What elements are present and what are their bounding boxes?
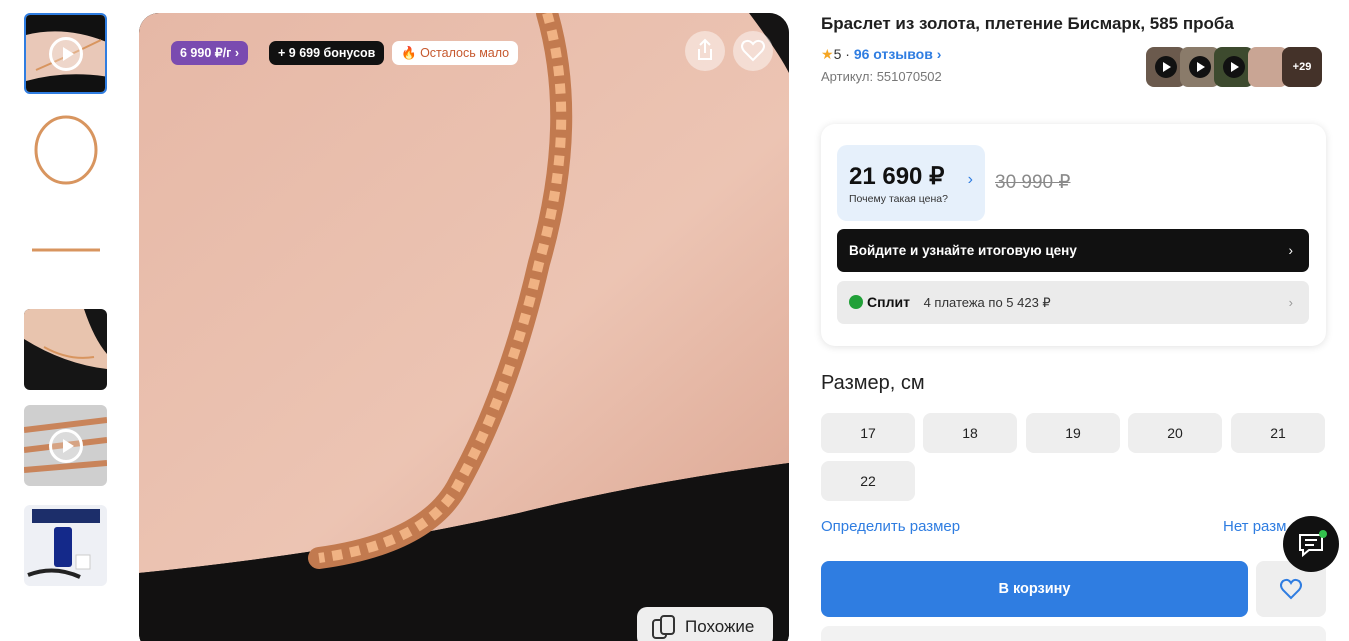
split-text: 4 платежа по 5 423 ₽: [923, 295, 1051, 310]
thumbnail-image: [24, 309, 107, 390]
thumbnail-image: [24, 505, 107, 586]
determine-size-link[interactable]: Определить размер: [821, 518, 960, 535]
chevron-right-icon: ›: [1288, 295, 1293, 310]
low-stock-badge: 🔥 Осталось мало: [392, 41, 519, 65]
bonus-badge: + 9 699 бонусов: [269, 41, 385, 65]
price-per-gram-text: 6 990 ₽/г: [180, 46, 232, 60]
add-to-cart-button[interactable]: В корзину: [821, 561, 1248, 617]
product-photo: [139, 13, 789, 641]
reviews-link[interactable]: 96 отзывов: [854, 46, 933, 62]
favorite-photo-button[interactable]: [733, 31, 773, 71]
size-links: Определить размер Нет разм: [821, 518, 1326, 535]
chevron-right-icon: ›: [967, 171, 973, 188]
low-stock-text: Осталось мало: [420, 46, 510, 60]
size-option[interactable]: 20: [1128, 413, 1222, 453]
price-per-gram-badge[interactable]: 6 990 ₽/г ›: [171, 41, 249, 65]
share-icon: [698, 38, 712, 60]
review-media-more[interactable]: +29: [1282, 47, 1322, 87]
similar-label: Похожие: [685, 617, 755, 636]
size-option[interactable]: 22: [821, 461, 915, 501]
size-option[interactable]: 18: [923, 413, 1017, 453]
play-icon: [48, 36, 83, 71]
size-option[interactable]: 21: [1231, 413, 1325, 453]
split-name: Сплит: [867, 294, 910, 310]
split-button[interactable]: Сплит 4 платежа по 5 423 ₽ ›: [837, 281, 1309, 324]
thumbnail-video-wrist[interactable]: [24, 13, 107, 94]
play-icon: [1189, 56, 1211, 78]
chevron-right-icon: ›: [1288, 243, 1294, 258]
thumbnail-image: [24, 110, 107, 191]
price-box[interactable]: 21 690 ₽ Почему такая цена? ›: [837, 145, 985, 221]
thumbnail-bracelet-loop[interactable]: [24, 110, 107, 191]
star-icon: ★: [821, 46, 834, 62]
product-title: Браслет из золота, плетение Бисмарк, 585…: [821, 14, 1234, 33]
thumbnail-image: [24, 207, 107, 288]
play-icon: [1155, 56, 1177, 78]
share-button[interactable]: [685, 31, 725, 71]
play-icon: [1223, 56, 1245, 78]
thumbnail-cleaning-kit[interactable]: [24, 505, 107, 586]
sku: Артикул: 551070502: [821, 69, 942, 84]
size-title: Размер, см: [821, 372, 925, 394]
price-why-link: Почему такая цена?: [849, 193, 948, 205]
thumbnail-video-closeup[interactable]: [24, 405, 107, 486]
login-price-button[interactable]: Войдите и узнайте итоговую цену ›: [837, 229, 1309, 272]
rating-value: 5: [833, 46, 842, 62]
review-more-count: +29: [1282, 47, 1322, 87]
chat-icon: [1299, 530, 1327, 558]
old-price: 30 990 ₽: [995, 172, 1071, 193]
thumbnail-wrist-dark[interactable]: [24, 309, 107, 390]
play-icon: [48, 428, 83, 463]
fire-icon: 🔥: [401, 46, 417, 60]
thumbnail-bracelet-flat[interactable]: [24, 207, 107, 288]
split-logo-icon: [849, 295, 863, 310]
review-media-list: +29: [1146, 47, 1326, 87]
price-card: 21 690 ₽ Почему такая цена? › 30 990 ₽ В…: [821, 124, 1326, 346]
chat-button[interactable]: [1283, 516, 1339, 572]
current-price: 21 690 ₽: [849, 163, 945, 190]
similar-button[interactable]: Похожие: [637, 607, 773, 641]
no-size-link[interactable]: Нет разм: [1223, 518, 1286, 535]
login-price-label: Войдите и узнайте итоговую цену: [849, 243, 1077, 258]
bottom-panel: [821, 626, 1326, 641]
product-page: 6 990 ₽/г › + 9 699 бонусов 🔥 Осталось м…: [0, 0, 1349, 641]
size-option[interactable]: 19: [1026, 413, 1120, 453]
rating-row[interactable]: ★5 · 96 отзывов ›: [821, 46, 941, 63]
size-option[interactable]: 17: [821, 413, 915, 453]
chevron-right-icon: ›: [234, 46, 240, 60]
similar-icon: [652, 615, 675, 639]
heart-icon: [741, 39, 765, 62]
chevron-right-icon: ›: [936, 46, 942, 62]
main-product-image[interactable]: 6 990 ₽/г › + 9 699 бонусов 🔥 Осталось м…: [139, 13, 789, 641]
